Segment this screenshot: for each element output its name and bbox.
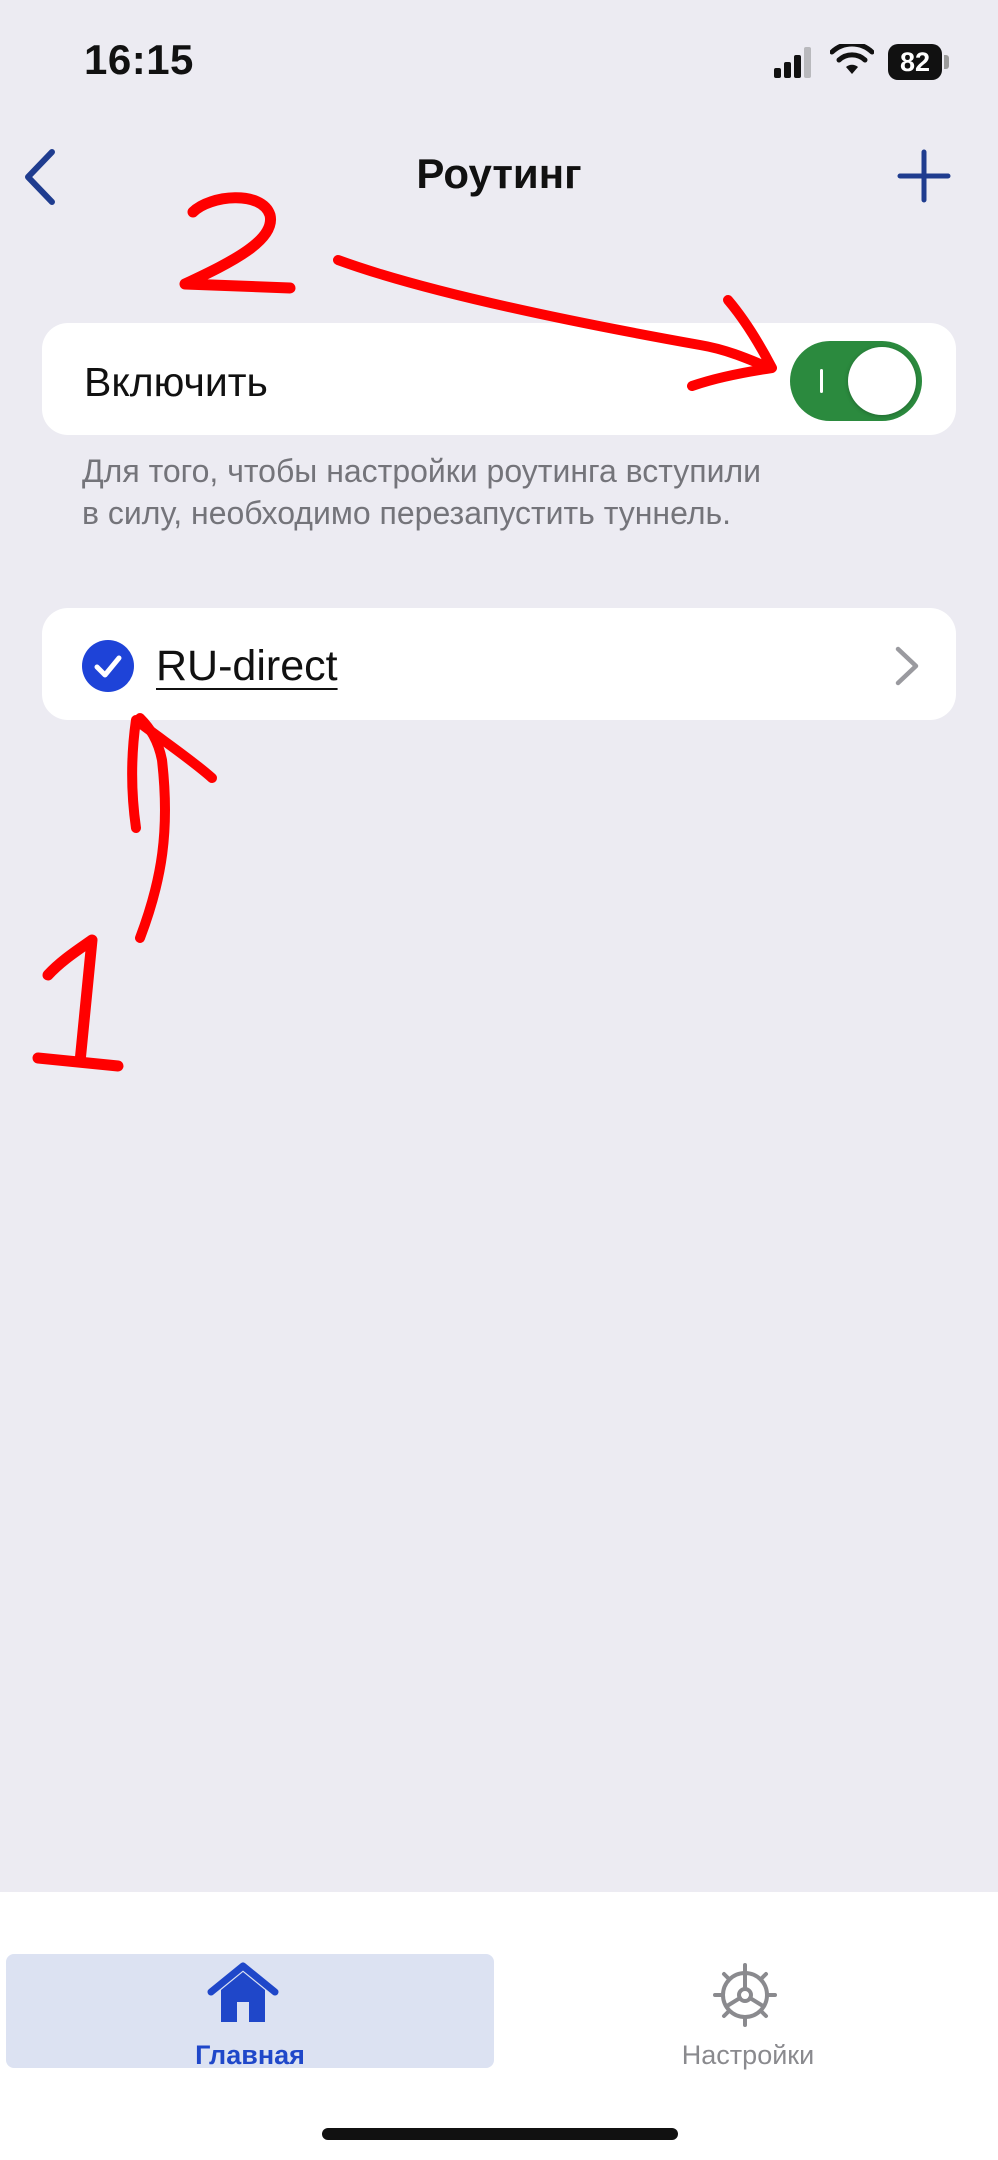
annotation-arrow-to-profile [127, 713, 217, 943]
enable-label: Включить [84, 359, 268, 405]
routing-profile-row[interactable]: RU-direct [42, 608, 956, 720]
tab-home-label: Главная [195, 2040, 305, 2070]
checkmark-icon[interactable] [82, 640, 134, 692]
routing-hint-text: Для того, чтобы настройки роутинга вступ… [82, 453, 762, 531]
add-icon[interactable] [896, 148, 952, 204]
status-time: 16:15 [84, 36, 194, 83]
gear-icon[interactable] [712, 1962, 778, 2028]
chevron-right-icon [895, 646, 919, 686]
battery-level: 82 [888, 44, 942, 80]
tab-settings-label: Настройки [681, 2040, 815, 2070]
routing-profile-name[interactable]: RU-direct [156, 642, 338, 691]
home-indicator [322, 2128, 678, 2140]
annotation-digit-one [32, 934, 124, 1072]
wifi-icon [830, 44, 874, 74]
toggle-knob [848, 347, 916, 415]
annotation-digit-two [179, 192, 296, 294]
home-icon[interactable] [206, 1960, 280, 2026]
enable-routing-toggle[interactable] [790, 341, 922, 421]
enable-routing-row: Включить [42, 323, 956, 435]
battery-icon: 82 [888, 44, 950, 80]
page-title: Роутинг [416, 150, 582, 197]
cellular-signal-icon [774, 47, 811, 78]
